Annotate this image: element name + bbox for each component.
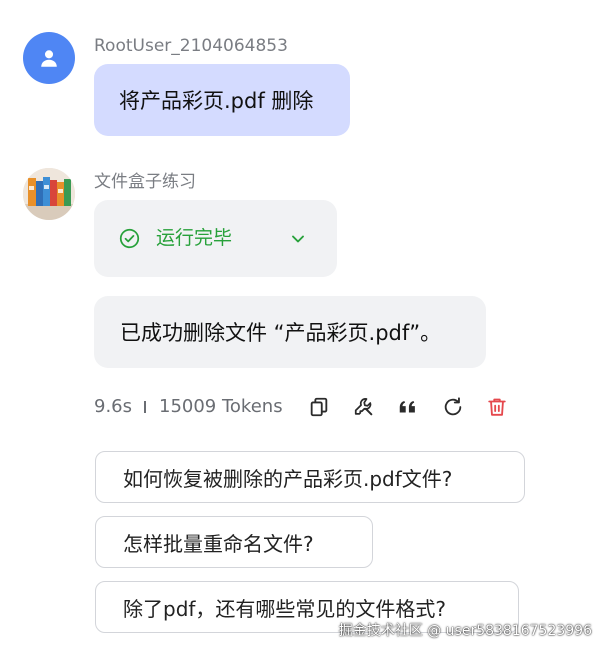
user-message-bubble: 将产品彩页.pdf 删除 <box>94 64 350 136</box>
user-icon <box>41 50 57 67</box>
response-duration: 9.6s <box>94 396 133 417</box>
suggestion-chip[interactable]: 如何恢复被删除的产品彩页.pdf文件? <box>95 451 525 503</box>
chevron-down-icon[interactable] <box>290 231 306 247</box>
suggestion-text: 如何恢复被删除的产品彩页.pdf文件? <box>123 466 453 491</box>
bot-reply-text: 已成功删除文件 “产品彩页.pdf”。 <box>120 321 442 345</box>
watermark-text: 掘金技术社区 @ user5838167523996 <box>338 623 592 639</box>
quote-button[interactable] <box>396 395 420 419</box>
suggestion-text: 除了pdf，还有哪些常见的文件格式? <box>123 596 447 621</box>
bot-avatar <box>23 168 75 220</box>
run-status-text: 运行完毕 <box>156 227 233 249</box>
wrench-icon <box>354 398 373 416</box>
folders-image-icon <box>23 168 75 220</box>
suggestion-chip[interactable]: 怎样批量重命名文件? <box>95 516 373 568</box>
check-circle-icon <box>119 228 140 249</box>
user-avatar <box>23 32 75 84</box>
tools-button[interactable] <box>352 395 376 419</box>
regenerate-button[interactable] <box>441 395 465 419</box>
copy-button[interactable] <box>307 395 331 419</box>
user-name: RootUser_2104064853 <box>94 36 288 56</box>
refresh-icon <box>444 397 462 416</box>
quote-icon <box>399 401 415 413</box>
meta-divider <box>144 401 146 413</box>
user-message-text: 将产品彩页.pdf 删除 <box>119 89 314 113</box>
bot-reply-bubble: 已成功删除文件 “产品彩页.pdf”。 <box>94 296 486 368</box>
run-status-card[interactable]: 运行完毕 <box>94 200 337 277</box>
bot-name: 文件盒子练习 <box>94 172 196 192</box>
copy-icon <box>310 397 328 417</box>
token-count: 15009 Tokens <box>159 396 283 417</box>
trash-icon <box>488 398 506 416</box>
suggestion-text: 怎样批量重命名文件? <box>123 531 314 556</box>
delete-button[interactable] <box>485 395 509 419</box>
